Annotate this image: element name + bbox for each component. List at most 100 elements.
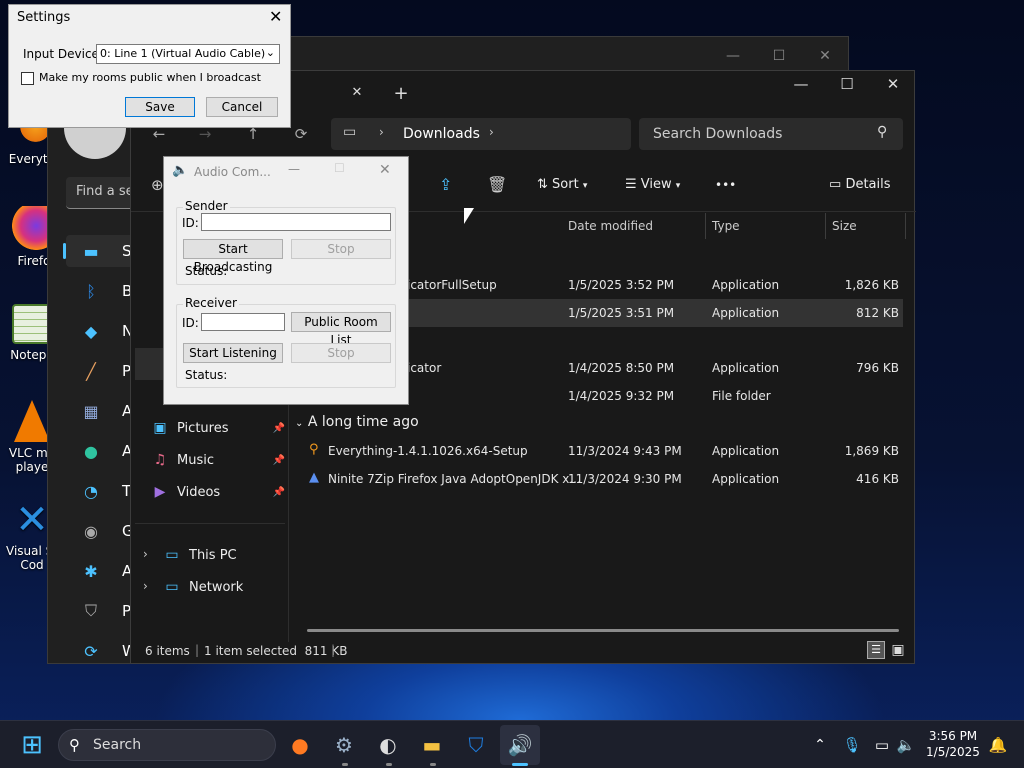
column-date[interactable]: Date modified — [568, 219, 653, 233]
file-name: icator — [407, 361, 442, 375]
search-input[interactable]: Search Downloads ⚲ — [639, 118, 903, 150]
nav-item-music[interactable]: ♫ Music 📌 — [151, 446, 291, 474]
mouse-cursor — [464, 208, 474, 224]
column-divider — [705, 213, 706, 239]
view-label: View — [640, 177, 672, 192]
chevron-right-icon: › — [489, 125, 494, 139]
nav-item-videos[interactable]: ▶ Videos 📌 — [151, 478, 291, 506]
chevron-right-icon[interactable]: › — [143, 579, 148, 593]
delete-icon[interactable]: 🗑 — [487, 175, 507, 194]
vscode-icon: ✕ — [15, 497, 49, 543]
horizontal-scrollbar[interactable] — [307, 629, 899, 632]
apps-icon: ▦ — [83, 401, 99, 421]
tiles-view-icon[interactable]: ▣ — [889, 641, 907, 659]
taskbar-search[interactable]: ⚲ Search — [58, 729, 276, 761]
file-date: 11/3/2024 9:30 PM — [568, 472, 682, 486]
nav-item-this-pc[interactable]: ▭ This PC — [151, 541, 291, 569]
breadcrumb[interactable]: Downloads — [403, 126, 480, 142]
start-button[interactable]: ⊞ — [18, 731, 46, 759]
cancel-button[interactable]: Cancel — [206, 97, 278, 117]
file-row[interactable]: ▲ Ninite 7Zip Firefox Java AdoptOpenJDK x… — [291, 465, 903, 493]
file-name: Everything-1.4.1.1026.x64-Setup — [328, 444, 528, 458]
start-listening-button[interactable]: Start Listening — [183, 343, 283, 363]
search-icon: ⚲ — [877, 124, 888, 140]
shield-icon[interactable]: ⛉ — [462, 731, 490, 759]
view-button[interactable]: ☰ View ▾ — [625, 177, 680, 192]
share-icon[interactable]: ⇪ — [439, 175, 452, 194]
sender-status-label: Status: — [185, 264, 228, 278]
file-explorer-icon[interactable]: ▬ — [418, 731, 446, 759]
close-button[interactable]: ✕ — [379, 162, 391, 178]
minimize-button[interactable]: — — [710, 43, 756, 69]
status-selection: 1 item selected 811 KB — [204, 644, 348, 658]
chevron-up-icon[interactable]: ⌃ — [806, 731, 834, 759]
bell-icon[interactable]: 🔔 — [984, 731, 1012, 759]
group-label: A long time ago — [307, 414, 419, 430]
details-label: Details — [845, 177, 891, 192]
mouse-icon[interactable]: ◐ — [374, 731, 402, 759]
receiver-id-input[interactable] — [201, 313, 285, 331]
column-divider — [825, 213, 826, 239]
speaker-icon: 🔈 — [172, 163, 189, 178]
start-broadcasting-button[interactable]: Start Broadcasting — [183, 239, 283, 274]
maximize-button[interactable]: ☐ — [827, 75, 867, 103]
file-row[interactable]: ⚲ Everything-1.4.1.1026.x64-Setup 11/3/202… — [291, 437, 903, 465]
more-button[interactable]: ••• — [715, 178, 736, 192]
details-view-icon[interactable]: ☰ — [867, 641, 885, 659]
input-device-value: 0: Line 1 (Virtual Audio Cable) — [100, 47, 266, 60]
taskbar: ⊞ ⚲ Search ● ⚙ ◐ ▬ ⛉ 🔊 ⌃ 🎙 ▭ 🔈 3:56 PM 1… — [0, 720, 1024, 768]
new-tab-button[interactable]: + — [389, 83, 413, 104]
volume-icon[interactable]: 🔈 — [892, 731, 920, 759]
details-button[interactable]: ▭ Details — [829, 177, 891, 192]
clock[interactable]: 3:56 PM 1/5/2025 — [920, 728, 986, 760]
maximize-button[interactable]: ☐ — [756, 43, 802, 69]
address-bar[interactable]: ▭ › Downloads › — [331, 118, 631, 150]
firefox-icon[interactable]: ● — [286, 731, 314, 759]
microphone-icon[interactable]: 🎙 — [838, 731, 866, 759]
file-date: 1/5/2025 3:51 PM — [568, 306, 675, 320]
refresh-button[interactable]: ⟳ — [289, 125, 313, 143]
chevron-right-icon[interactable]: › — [143, 547, 148, 561]
file-date: 1/4/2025 9:32 PM — [568, 389, 675, 403]
network-icon: ◆ — [84, 321, 98, 341]
nav-label: Music — [177, 452, 214, 468]
pin-icon: 📌 — [272, 422, 285, 434]
minimize-button[interactable]: — — [781, 75, 821, 103]
file-date: 1/5/2025 3:52 PM — [568, 278, 675, 292]
group-header[interactable]: ⌄ A long time ago — [295, 414, 419, 430]
search-placeholder: Search Downloads — [653, 126, 783, 142]
close-button[interactable]: ✕ — [873, 75, 913, 103]
maximize-button[interactable]: ☐ — [334, 161, 345, 175]
sort-button[interactable]: ⇅ Sort ▾ — [537, 177, 587, 192]
close-button[interactable]: ✕ — [802, 43, 848, 69]
desktop-icon-label: Firefo — [17, 254, 51, 268]
public-rooms-checkbox[interactable] — [21, 72, 34, 85]
receiver-status-label: Status: — [185, 368, 228, 382]
file-size: 1,826 KB — [844, 278, 899, 292]
tab-close-icon[interactable]: ✕ — [345, 85, 369, 100]
new-icon[interactable]: ⊕ — [151, 176, 164, 194]
column-type[interactable]: Type — [712, 219, 740, 233]
close-button[interactable]: ✕ — [269, 7, 282, 26]
chevron-down-icon: ⌄ — [295, 418, 304, 429]
file-type: File folder — [712, 389, 771, 403]
speaker-icon[interactable]: 🔊 — [506, 731, 534, 759]
videos-icon: ▶ — [154, 484, 166, 500]
network-icon: ▭ — [165, 579, 179, 595]
nav-item-pictures[interactable]: ▣ Pictures 📌 — [151, 414, 291, 442]
file-date: 11/3/2024 9:43 PM — [568, 444, 682, 458]
minimize-button[interactable]: — — [288, 162, 300, 176]
gear-icon[interactable]: ⚙ — [330, 731, 358, 759]
public-room-list-button[interactable]: Public Room List — [291, 312, 391, 347]
sender-stop-button[interactable]: Stop — [291, 239, 391, 259]
input-device-select[interactable]: 0: Line 1 (Virtual Audio Cable) ⌄ — [96, 44, 280, 64]
save-button[interactable]: Save — [125, 97, 195, 117]
bluetooth-icon: ᛒ — [86, 281, 96, 301]
status-divider: | — [195, 643, 200, 657]
brush-icon: ╱ — [86, 361, 96, 381]
column-size[interactable]: Size — [832, 219, 857, 233]
file-size: 796 KB — [856, 361, 899, 375]
sender-id-input[interactable] — [201, 213, 391, 231]
nav-item-network[interactable]: ▭ Network — [151, 573, 291, 601]
receiver-stop-button[interactable]: Stop — [291, 343, 391, 363]
